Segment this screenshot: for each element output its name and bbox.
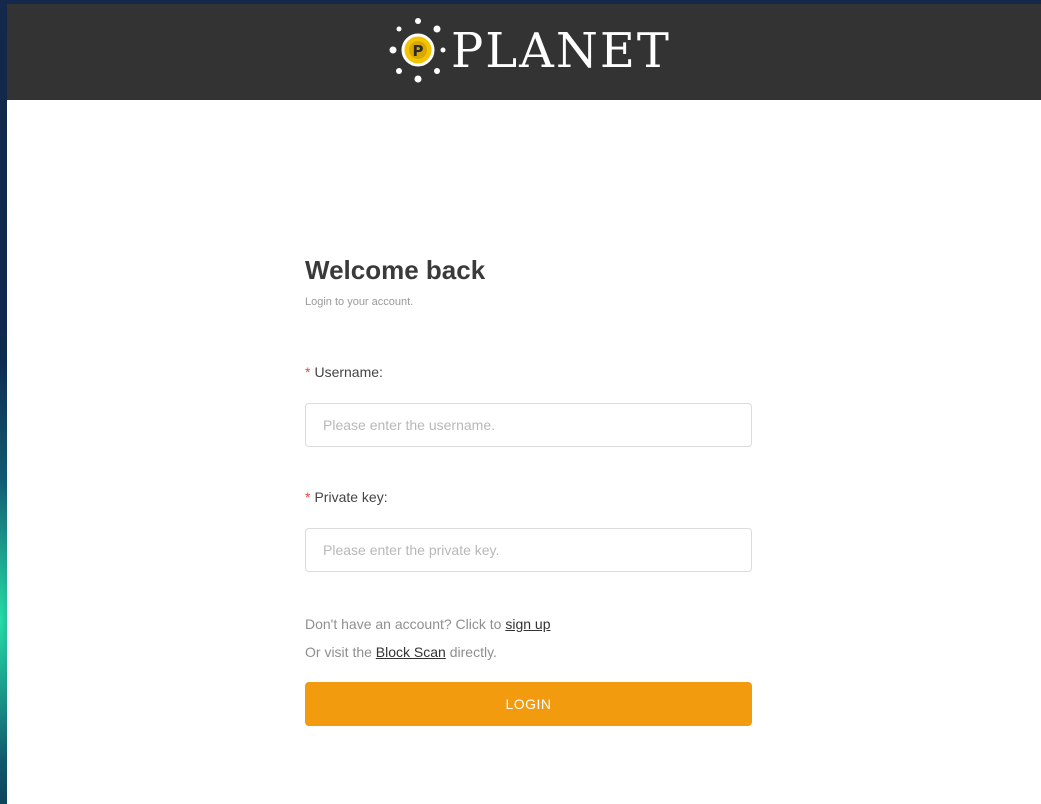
private-key-label-text: Private key: xyxy=(314,489,388,505)
username-label: * Username: xyxy=(305,364,383,380)
sign-up-link[interactable]: sign up xyxy=(505,616,550,632)
logo-initial: P xyxy=(413,42,424,60)
block-scan-prompt: Or visit the Block Scan directly. xyxy=(305,644,497,660)
browser-page: P PLANET Welcome back Login to your acco… xyxy=(7,4,1041,804)
required-mark: * xyxy=(305,364,311,380)
username-label-text: Username: xyxy=(314,364,383,380)
page-subtitle: Login to your account. xyxy=(305,296,414,308)
planet-sun-icon: P xyxy=(389,18,446,83)
signup-prompt-text: Don't have an account? Click to xyxy=(305,616,506,632)
private-key-input[interactable] xyxy=(305,528,752,572)
username-input[interactable] xyxy=(305,403,752,447)
login-button[interactable]: LOGIN xyxy=(305,682,752,726)
signup-prompt: Don't have an account? Click to sign up xyxy=(305,616,551,632)
planet-logo[interactable]: P PLANET xyxy=(385,12,675,90)
logo-wordmark: PLANET xyxy=(451,23,671,79)
visit-prefix-text: Or visit the xyxy=(305,644,376,660)
block-scan-link[interactable]: Block Scan xyxy=(376,644,446,660)
required-mark: * xyxy=(305,489,311,505)
private-key-label: * Private key: xyxy=(305,489,388,505)
top-bar: P PLANET xyxy=(7,4,1041,100)
visit-suffix-text: directly. xyxy=(445,644,497,660)
page-title: Welcome back xyxy=(305,255,486,285)
